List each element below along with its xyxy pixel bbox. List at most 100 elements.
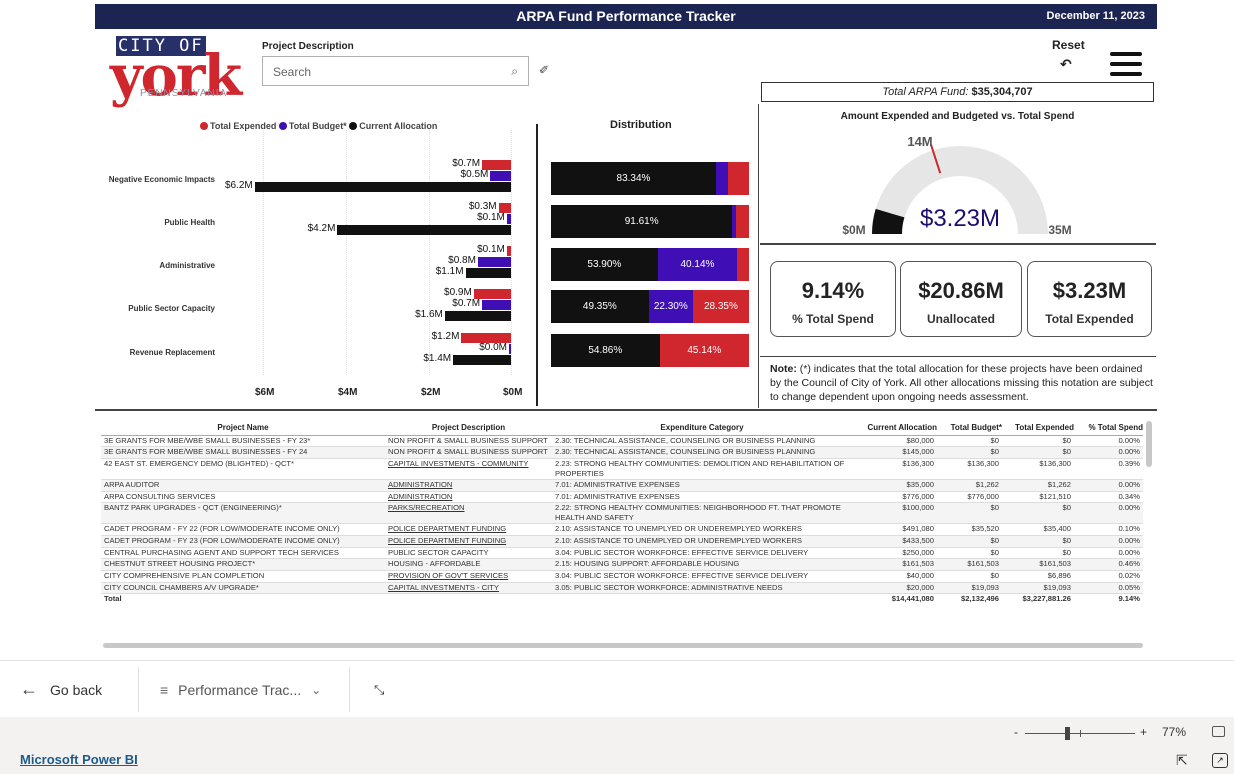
distribution-row[interactable]: 91.61% <box>551 205 749 238</box>
table-cell: $35,000 <box>852 479 937 492</box>
distribution-segment-budget[interactable] <box>716 162 728 195</box>
table-row[interactable]: CITY COMPREHENSIVE PLAN COMPLETION PROVIS… <box>101 570 1143 583</box>
legend-dot-allocation <box>349 122 358 130</box>
distribution-segment-budget[interactable]: 40.14% <box>657 248 738 281</box>
allocation-bar-chart: Negative Economic Impacts $0.7M $0.5M $6.2M… <box>100 130 530 402</box>
zoom-slider[interactable] <box>1025 726 1135 740</box>
column-header[interactable]: Current Allocation <box>852 421 937 436</box>
bar-value-label: $0.8M <box>448 255 476 266</box>
note-divider <box>760 356 1156 357</box>
table-horizontal-scrollbar[interactable] <box>103 643 1143 648</box>
table-row[interactable]: CADET PROGRAM - FY 22 (FOR LOW/MODERATE … <box>101 523 1143 536</box>
table-cell: $40,000 <box>852 570 937 583</box>
segment-percent-label: 91.61% <box>624 216 659 227</box>
bar-value-label: $0.9M <box>444 287 472 298</box>
zoom-in-button[interactable]: + <box>1140 725 1147 739</box>
segment-percent-label: 45.14% <box>687 345 722 356</box>
distribution-row[interactable]: 83.34% <box>551 162 749 195</box>
total-cell: $3,227,881.26 <box>1002 593 1074 606</box>
table-cell: CITY COMPREHENSIVE PLAN COMPLETION <box>101 570 385 583</box>
table-cell: $1,262 <box>1002 479 1074 492</box>
distribution-segment-expended[interactable] <box>737 248 749 281</box>
distribution-segment-expended[interactable] <box>727 162 749 195</box>
bar-total-budget-[interactable] <box>490 171 511 181</box>
distribution-segment-expended[interactable] <box>736 205 749 238</box>
kpi-value: 9.14% <box>801 278 865 303</box>
x-axis-tick: $2M <box>421 387 441 398</box>
column-header[interactable]: Total Expended <box>1002 421 1074 436</box>
go-back-button[interactable]: ← Go back <box>20 661 102 718</box>
table-cell: $161,503 <box>937 558 1002 571</box>
distribution-segment-allocation[interactable]: 54.86% <box>551 334 660 367</box>
distribution-segment-allocation[interactable]: 91.61% <box>551 205 733 238</box>
zoom-thumb[interactable] <box>1065 727 1071 740</box>
reset-undo-icon[interactable]: ↶ <box>1060 56 1072 73</box>
distribution-segment-expended[interactable]: 28.35% <box>692 290 749 323</box>
bar-current-allocation[interactable] <box>465 268 511 278</box>
reset-label[interactable]: Reset <box>1052 38 1085 52</box>
table-vertical-scrollbar[interactable] <box>1146 421 1152 467</box>
table-cell: ADMINISTRATION <box>385 491 552 504</box>
page-selector-button[interactable]: ≡ Performance Trac... ⌄ <box>160 661 321 718</box>
table-total-row: Total $14,441,080 $2,132,496 $3,227,881.26 9… <box>101 593 1143 606</box>
bar-current-allocation[interactable] <box>453 355 511 365</box>
projects-table: Project Name Project Description Expenditu… <box>101 421 1143 606</box>
distribution-segment-expended[interactable]: 45.14% <box>659 334 749 367</box>
table-cell: 3.04: PUBLIC SECTOR WORKFORCE: EFFECTIVE… <box>552 570 852 583</box>
distribution-segment-allocation[interactable]: 49.35% <box>551 290 649 323</box>
column-header[interactable]: Expenditure Category <box>552 421 852 436</box>
bar-total-expended[interactable] <box>506 246 511 256</box>
table-row[interactable]: CENTRAL PURCHASING AGENT AND SUPPORT TEC… <box>101 547 1143 560</box>
bar-current-allocation[interactable] <box>254 182 511 192</box>
table-row[interactable]: 3E GRANTS FOR MBE/WBE SMALL BUSINESSES -… <box>101 446 1143 459</box>
bar-total-budget-[interactable] <box>506 214 511 224</box>
distribution-segment-allocation[interactable]: 83.34% <box>551 162 716 195</box>
column-header[interactable]: Project Description <box>385 421 552 436</box>
share-icon[interactable]: ⇱ <box>1176 752 1188 769</box>
column-header[interactable]: % Total Spend <box>1074 421 1143 436</box>
column-header[interactable]: Total Budget* <box>937 421 1002 436</box>
kpi-card-percent-spend[interactable]: 9.14% % Total Spend <box>770 261 896 337</box>
table-cell: 0.00% <box>1074 502 1143 525</box>
fullscreen-icon[interactable]: ↗ <box>1212 753 1228 768</box>
table-row[interactable]: ARPA AUDITOR ADMINISTRATION 7.01: ADMINIST… <box>101 479 1143 492</box>
clear-filter-eraser-icon[interactable]: ✐ <box>539 63 549 77</box>
bar-total-budget-[interactable] <box>482 300 511 310</box>
table-row[interactable]: 3E GRANTS FOR MBE/WBE SMALL BUSINESSES -… <box>101 435 1143 448</box>
bar-current-allocation[interactable] <box>337 225 511 235</box>
gridline <box>429 130 430 375</box>
distribution-row[interactable]: 54.86% 45.14% <box>551 334 749 367</box>
project-search-input[interactable]: Search ⌕ <box>262 56 529 86</box>
microsoft-power-bi-link[interactable]: Microsoft Power BI <box>20 752 138 767</box>
table-cell: $20,000 <box>852 582 937 595</box>
table-row[interactable]: CHESTNUT STREET HOUSING PROJECT* HOUSING … <box>101 558 1143 571</box>
distribution-segment-budget[interactable]: 22.30% <box>648 290 693 323</box>
kpi-card-unallocated[interactable]: $20.86M Unallocated <box>900 261 1022 337</box>
table-cell: $80,000 <box>852 435 937 448</box>
table-row[interactable]: CADET PROGRAM - FY 23 (FOR LOW/MODERATE … <box>101 535 1143 548</box>
table-row[interactable]: ARPA CONSULTING SERVICES ADMINISTRATION 7.… <box>101 491 1143 504</box>
table-cell: $19,093 <box>937 582 1002 595</box>
total-cell: $2,132,496 <box>937 593 1002 606</box>
column-header[interactable]: Project Name <box>101 421 385 436</box>
table-row[interactable]: 42 EAST ST. EMERGENCY DEMO (BLIGHTED) - … <box>101 458 1143 480</box>
kpi-card-total-expended[interactable]: $3.23M Total Expended <box>1027 261 1152 337</box>
table-row[interactable]: CITY COUNCIL CHAMBERS A/V UPGRADE* CAPITA… <box>101 582 1143 595</box>
table-header-row: Project Name Project Description Expenditu… <box>101 421 1143 436</box>
bar-value-label: $0.1M <box>477 244 505 255</box>
bar-total-budget-[interactable] <box>509 344 511 354</box>
zoom-out-button[interactable]: - <box>1014 725 1018 739</box>
table-cell: $136,300 <box>1002 458 1074 480</box>
collapse-button[interactable]: ⤡ <box>374 661 384 718</box>
collapse-icon: ⤡ <box>374 681 385 697</box>
bar-total-budget-[interactable] <box>477 257 511 267</box>
bar-current-allocation[interactable] <box>444 311 511 321</box>
distribution-row[interactable]: 49.35% 22.30% 28.35% <box>551 290 749 323</box>
hamburger-menu-icon[interactable] <box>1110 52 1142 76</box>
table-row[interactable]: BANTZ PARK UPGRADES - QCT (ENGINEERING)*… <box>101 502 1143 525</box>
table-cell: 0.00% <box>1074 435 1143 448</box>
fit-to-page-icon[interactable] <box>1212 726 1225 737</box>
table-cell: $0 <box>1002 535 1074 548</box>
distribution-segment-allocation[interactable]: 53.90% <box>551 248 658 281</box>
distribution-row[interactable]: 53.90% 40.14% <box>551 248 749 281</box>
